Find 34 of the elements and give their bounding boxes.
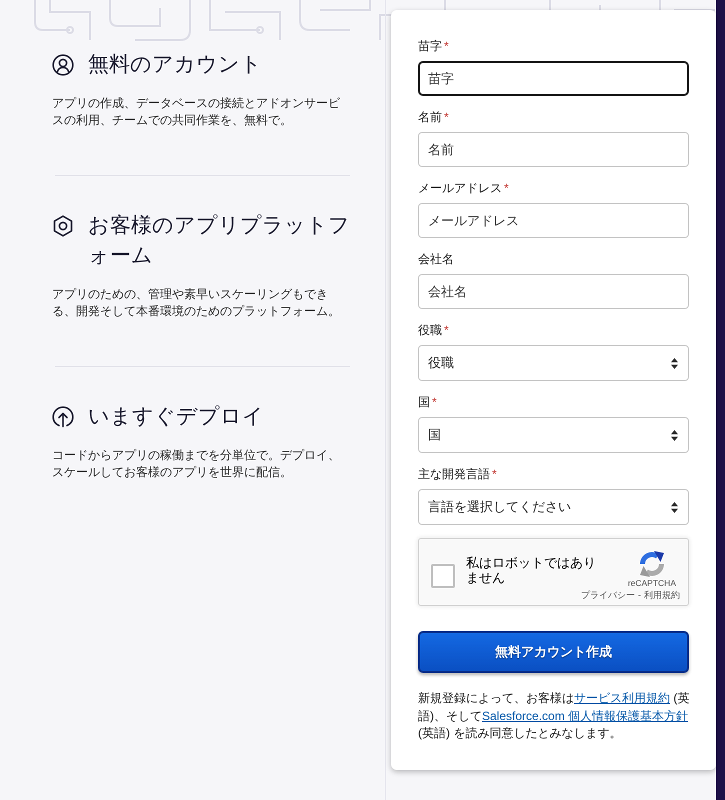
feature-description: アプリのための、管理や素早いスケーリングもできる、開発そして本番環境のためのプラットフォーム。 [52, 286, 341, 320]
feature-description: コードからアプリの稼働までを分単位で。デプロイ、スケールしてお客様のアプリを世界に配信。 [52, 447, 341, 481]
select-field[interactable]: 役職 [418, 345, 689, 381]
checkbox[interactable] [431, 564, 455, 588]
field-label: メールアドレス * [418, 180, 510, 196]
circular-arrows-icon [638, 550, 666, 578]
select-field[interactable]: 国 [418, 417, 689, 453]
field-label: 役職 * [418, 322, 450, 338]
field-label: 苗字 * [418, 38, 450, 54]
feature-title: 無料のアカウント [88, 52, 263, 78]
select-arrows-icon [671, 502, 678, 512]
field-label: 会社名 [418, 251, 455, 267]
select-arrows-icon [671, 430, 678, 440]
field-label: 名前 * [418, 109, 450, 125]
select-field[interactable]: 言語を選択してください [418, 489, 689, 525]
input-field[interactable]: 苗字 [418, 61, 689, 96]
feature-description: アプリの作成、データベースの接続とアドオンサービスの利用、チームでの共同作業を、無料で。 [52, 95, 341, 129]
terms-notice: 新規登録によって、お客様はサービス利用規約 (英語)、そしてSalesforce.com 個人情報保護基本方針 (英語) を読み同意したとみなします。 [418, 690, 690, 742]
create-account-button[interactable]: 無料アカウント作成 [418, 631, 689, 673]
hexagon-icon [52, 215, 74, 237]
upload-arrow-icon [52, 406, 74, 428]
terms-link[interactable]: サービス利用規約 [574, 691, 670, 705]
terms-link[interactable]: Salesforce.com 個人情報保護基本方針 [482, 708, 688, 722]
field-label: 国 * [418, 394, 438, 410]
link-separator: - [638, 590, 641, 600]
feature-title: いますぐデプロイ [88, 404, 265, 430]
brand-label: reCAPTCHA [628, 578, 676, 589]
captcha-link[interactable]: 利用規約 [644, 590, 680, 600]
feature-title: お客様のアプリプラットフォーム [88, 213, 351, 269]
captcha-link[interactable]: プライバシー [581, 590, 635, 600]
field-label: 主な開発言語 * [418, 466, 498, 482]
user-icon [52, 54, 74, 76]
captcha-label: 私はロボットではありません [466, 554, 597, 584]
select-arrows-icon [671, 358, 678, 368]
